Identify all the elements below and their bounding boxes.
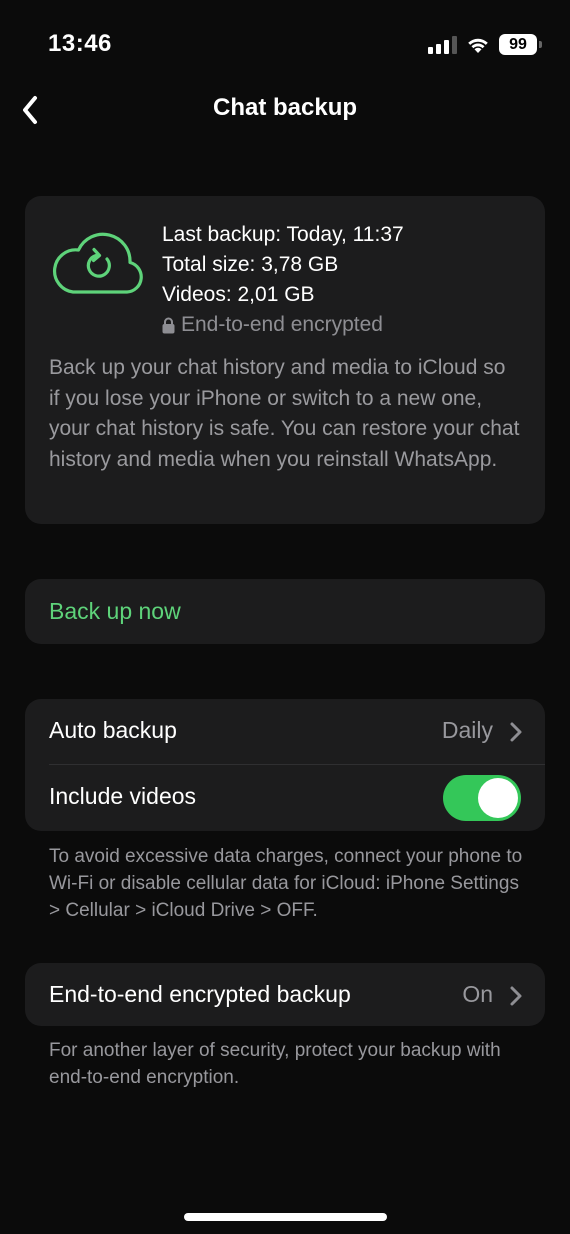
auto-backup-label: Auto backup: [49, 717, 177, 743]
auto-backup-value: Daily: [441, 717, 493, 743]
toggle-knob: [478, 778, 518, 818]
last-backup-text: Last backup: Today, 11:37: [162, 223, 404, 246]
cloud-sync-icon: [52, 232, 143, 294]
include-videos-row: Include videos: [25, 765, 545, 831]
back-up-now-label: Back up now: [49, 598, 181, 624]
chat-backup-screen: 13:46 99 Chat backup Last backup: Today,…: [0, 0, 570, 1234]
status-time: 13:46: [48, 30, 112, 57]
auto-backup-row[interactable]: Auto backup Daily: [25, 699, 545, 765]
e2e-footnote: For another layer of security, protect y…: [49, 1040, 501, 1088]
chevron-right-icon: [510, 986, 522, 1006]
back-up-now-button[interactable]: Back up now: [25, 579, 545, 644]
backup-details: Last backup: Today, 11:37 Total size: 3,…: [162, 220, 404, 340]
e2e-backup-row[interactable]: End-to-end encrypted backup On: [25, 963, 545, 1026]
lock-icon: [162, 317, 175, 333]
battery-icon: 99: [499, 34, 542, 55]
data-charges-footnote: To avoid excessive data charges, connect…: [49, 846, 523, 921]
videos-size-text: Videos: 2,01 GB: [162, 283, 315, 306]
backup-info-card: Last backup: Today, 11:37 Total size: 3,…: [25, 196, 545, 524]
e2e-backup-label: End-to-end encrypted backup: [49, 981, 351, 1007]
e2e-backup-value: On: [462, 981, 493, 1007]
navigation-bar: Chat backup: [0, 84, 570, 136]
backup-description: Back up your chat history and media to i…: [49, 356, 520, 471]
status-bar: 13:46 99: [0, 0, 570, 90]
cellular-signal-icon: [428, 35, 457, 54]
chevron-right-icon: [510, 722, 522, 742]
status-icons: 99: [428, 34, 542, 55]
home-indicator[interactable]: [184, 1213, 387, 1221]
total-size-text: Total size: 3,78 GB: [162, 253, 339, 276]
encryption-status: End-to-end encrypted: [162, 310, 404, 340]
battery-level: 99: [499, 34, 537, 55]
encryption-text: End-to-end encrypted: [181, 313, 383, 336]
wifi-icon: [468, 38, 488, 53]
backup-settings-group: Auto backup Daily Include videos: [25, 699, 545, 831]
include-videos-toggle[interactable]: [443, 775, 521, 821]
page-title: Chat backup: [212, 94, 358, 121]
include-videos-label: Include videos: [49, 783, 197, 809]
